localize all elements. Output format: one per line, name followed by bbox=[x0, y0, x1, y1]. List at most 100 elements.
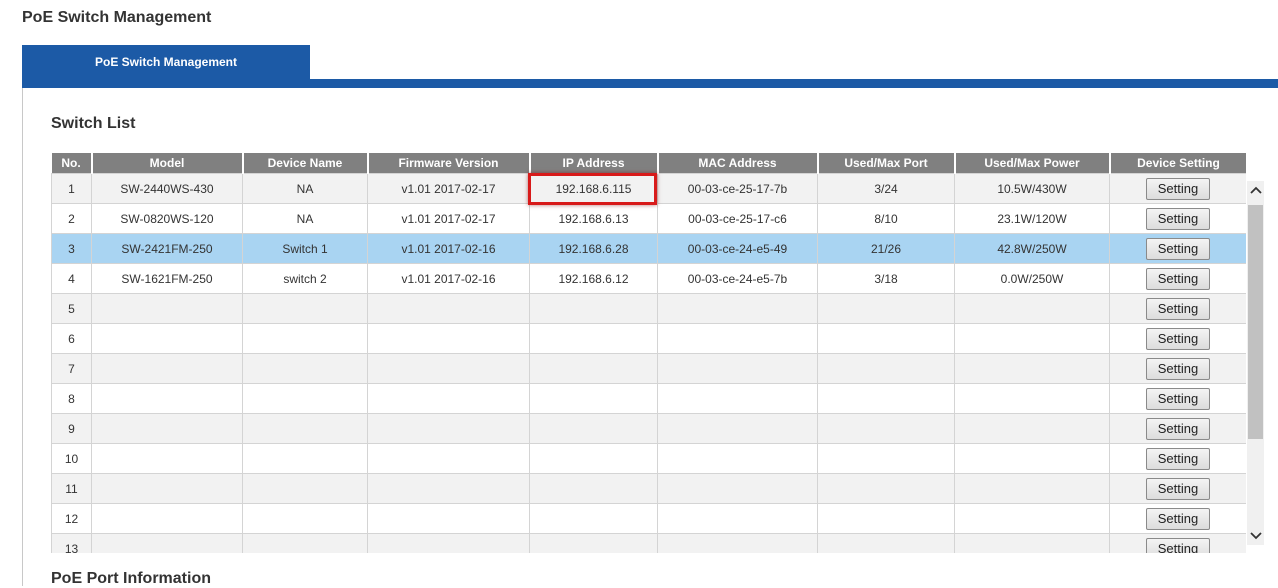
cell-ip-address: 192.168.6.12 bbox=[529, 263, 658, 294]
cell-used-max-port bbox=[817, 413, 955, 444]
chevron-up-icon[interactable] bbox=[1247, 181, 1264, 199]
column-header-ip-address[interactable]: IP Address bbox=[529, 153, 659, 174]
cell-model bbox=[91, 323, 243, 354]
cell-used-max-power bbox=[954, 473, 1110, 504]
cell-no: 6 bbox=[51, 323, 92, 354]
cell-device-setting: Setting bbox=[1109, 353, 1246, 384]
cell-used-max-power bbox=[954, 353, 1110, 384]
setting-button[interactable]: Setting bbox=[1146, 327, 1210, 350]
setting-button[interactable]: Setting bbox=[1146, 357, 1210, 380]
setting-button[interactable]: Setting bbox=[1146, 507, 1210, 530]
table-row[interactable]: 5 Setting bbox=[51, 293, 1246, 324]
cell-device-name bbox=[242, 443, 368, 474]
column-header-model[interactable]: Model bbox=[91, 153, 244, 174]
setting-button[interactable]: Setting bbox=[1146, 237, 1210, 260]
column-header-mac-address[interactable]: MAC Address bbox=[657, 153, 819, 174]
cell-device-setting: Setting bbox=[1109, 173, 1246, 204]
cell-ip-address bbox=[529, 353, 658, 384]
table-row[interactable]: 7 Setting bbox=[51, 353, 1246, 384]
table-scrollbar[interactable] bbox=[1247, 181, 1264, 545]
cell-ip-address bbox=[529, 383, 658, 414]
switch-list-title: Switch List bbox=[51, 115, 136, 132]
cell-used-max-power: 0.0W/250W bbox=[954, 263, 1110, 294]
cell-device-name bbox=[242, 293, 368, 324]
column-header-no[interactable]: No. bbox=[51, 153, 93, 174]
cell-model bbox=[91, 353, 243, 384]
cell-firmware-version: v1.01 2017-02-16 bbox=[367, 233, 530, 264]
cell-ip-address bbox=[529, 323, 658, 354]
cell-used-max-power: 23.1W/120W bbox=[954, 203, 1110, 234]
cell-device-setting: Setting bbox=[1109, 383, 1246, 414]
setting-button[interactable]: Setting bbox=[1146, 477, 1210, 500]
table-row[interactable]: 9 Setting bbox=[51, 413, 1246, 444]
column-header-used-max-port[interactable]: Used/Max Port bbox=[817, 153, 956, 174]
cell-ip-address: 192.168.6.28 bbox=[529, 233, 658, 264]
poe-port-information-title: PoE Port Information bbox=[51, 570, 211, 587]
column-header-used-max-power[interactable]: Used/Max Power bbox=[954, 153, 1111, 174]
setting-button[interactable]: Setting bbox=[1146, 297, 1210, 320]
cell-model: SW-2421FM-250 bbox=[91, 233, 243, 264]
cell-device-name bbox=[242, 383, 368, 414]
cell-used-max-power bbox=[954, 293, 1110, 324]
setting-button[interactable]: Setting bbox=[1146, 177, 1210, 200]
cell-used-max-power: 42.8W/250W bbox=[954, 233, 1110, 264]
setting-button[interactable]: Setting bbox=[1146, 447, 1210, 470]
cell-mac-address bbox=[657, 473, 818, 504]
cell-used-max-power: 10.5W/430W bbox=[954, 173, 1110, 204]
table-row[interactable]: 1 SW-2440WS-430 NA v1.01 2017-02-17 192.… bbox=[51, 173, 1246, 204]
cell-mac-address bbox=[657, 323, 818, 354]
setting-button[interactable]: Setting bbox=[1146, 267, 1210, 290]
table-row[interactable]: 4 SW-1621FM-250 switch 2 v1.01 2017-02-1… bbox=[51, 263, 1246, 294]
cell-no: 7 bbox=[51, 353, 92, 384]
cell-device-name: NA bbox=[242, 173, 368, 204]
cell-no: 1 bbox=[51, 173, 92, 204]
cell-mac-address bbox=[657, 383, 818, 414]
scroll-thumb[interactable] bbox=[1248, 205, 1263, 439]
setting-button[interactable]: Setting bbox=[1146, 387, 1210, 410]
cell-no: 2 bbox=[51, 203, 92, 234]
cell-model bbox=[91, 413, 243, 444]
setting-button[interactable]: Setting bbox=[1146, 537, 1210, 553]
cell-used-max-port bbox=[817, 353, 955, 384]
table-row[interactable]: 12 Setting bbox=[51, 503, 1246, 534]
cell-no: 10 bbox=[51, 443, 92, 474]
table-row[interactable]: 2 SW-0820WS-120 NA v1.01 2017-02-17 192.… bbox=[51, 203, 1246, 234]
chevron-down-icon[interactable] bbox=[1247, 527, 1264, 545]
cell-used-max-port bbox=[817, 503, 955, 534]
column-header-device-setting[interactable]: Device Setting bbox=[1109, 153, 1246, 174]
cell-used-max-port: 3/24 bbox=[817, 173, 955, 204]
cell-ip-address bbox=[529, 473, 658, 504]
cell-model bbox=[91, 443, 243, 474]
table-row-selected[interactable]: 3 SW-2421FM-250 Switch 1 v1.01 2017-02-1… bbox=[51, 233, 1246, 264]
cell-no: 8 bbox=[51, 383, 92, 414]
cell-device-setting: Setting bbox=[1109, 323, 1246, 354]
cell-used-max-power bbox=[954, 443, 1110, 474]
switch-list-table: No. Model Device Name Firmware Version I… bbox=[51, 153, 1246, 553]
cell-ip-address: 192.168.6.13 bbox=[529, 203, 658, 234]
cell-device-name: Switch 1 bbox=[242, 233, 368, 264]
cell-firmware-version bbox=[367, 533, 530, 553]
column-header-firmware-version[interactable]: Firmware Version bbox=[367, 153, 531, 174]
cell-used-max-port bbox=[817, 473, 955, 504]
cell-used-max-power bbox=[954, 533, 1110, 553]
table-row[interactable]: 13 Setting bbox=[51, 533, 1246, 553]
cell-mac-address bbox=[657, 533, 818, 553]
setting-button[interactable]: Setting bbox=[1146, 207, 1210, 230]
tab-poe-switch-management[interactable]: PoE Switch Management bbox=[22, 45, 310, 79]
setting-button[interactable]: Setting bbox=[1146, 417, 1210, 440]
table-row[interactable]: 8 Setting bbox=[51, 383, 1246, 414]
cell-mac-address bbox=[657, 503, 818, 534]
table-row[interactable]: 6 Setting bbox=[51, 323, 1246, 354]
table-row[interactable]: 11 Setting bbox=[51, 473, 1246, 504]
cell-mac-address: 00-03-ce-25-17-7b bbox=[657, 173, 818, 204]
cell-used-max-port bbox=[817, 383, 955, 414]
cell-firmware-version: v1.01 2017-02-17 bbox=[367, 203, 530, 234]
table-row[interactable]: 10 Setting bbox=[51, 443, 1246, 474]
cell-used-max-power bbox=[954, 413, 1110, 444]
table-header-row: No. Model Device Name Firmware Version I… bbox=[51, 153, 1246, 174]
column-header-device-name[interactable]: Device Name bbox=[242, 153, 369, 174]
cell-used-max-power bbox=[954, 503, 1110, 534]
cell-firmware-version bbox=[367, 503, 530, 534]
cell-device-name bbox=[242, 413, 368, 444]
cell-mac-address bbox=[657, 293, 818, 324]
